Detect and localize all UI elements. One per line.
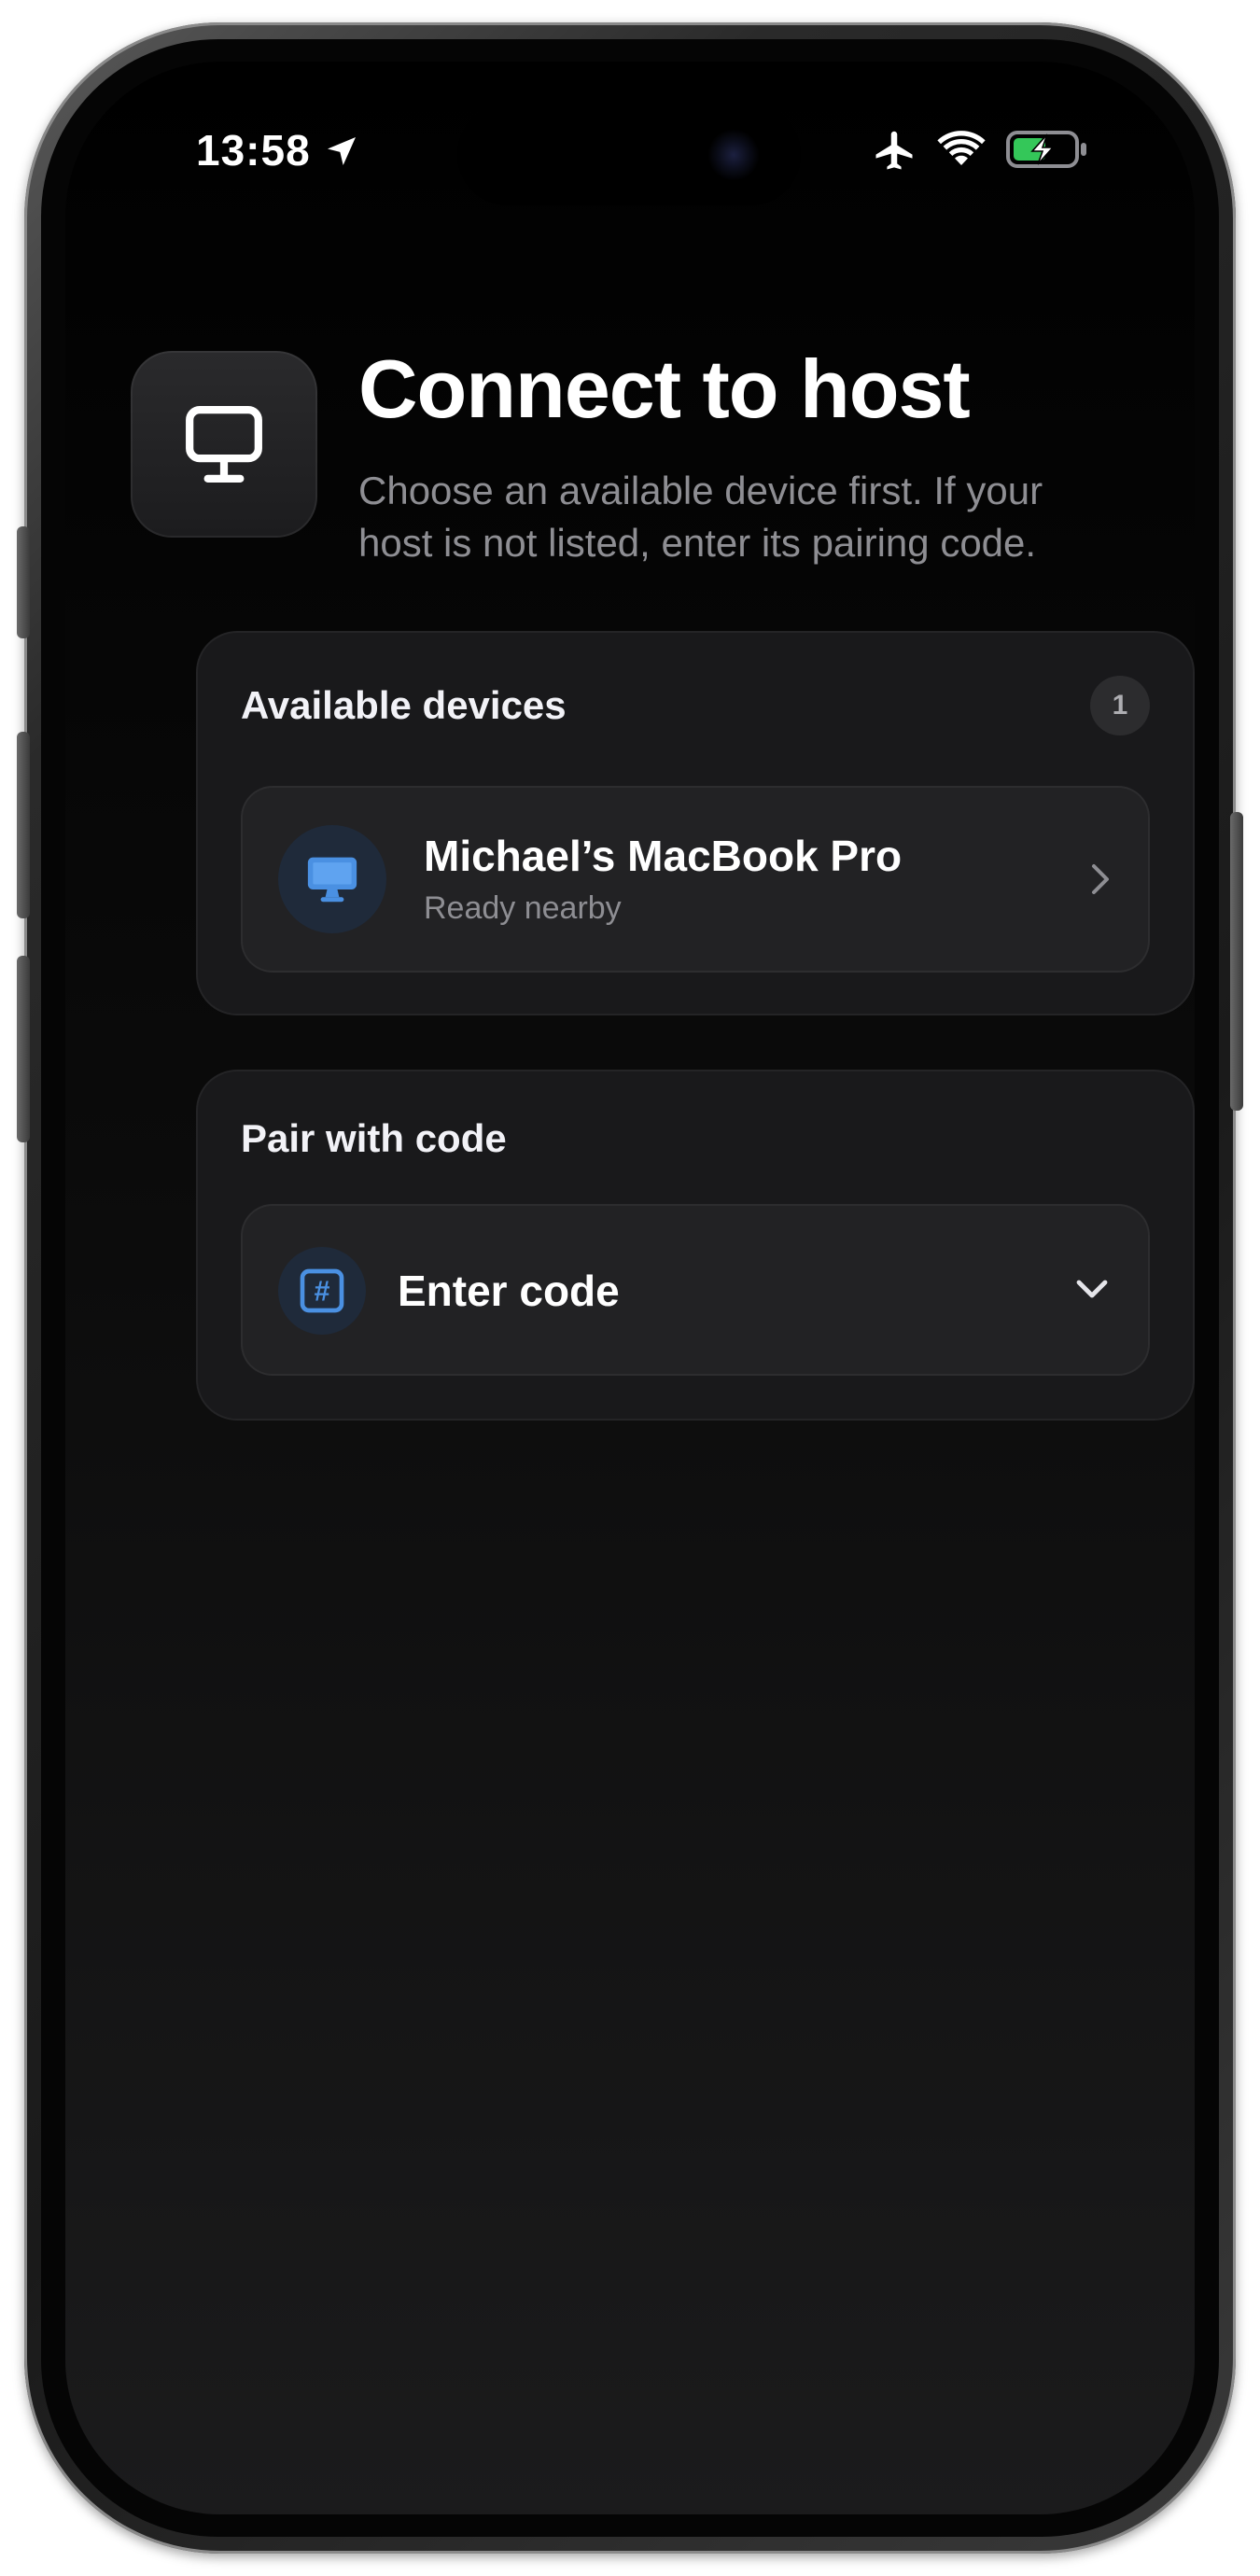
pair-with-code-title: Pair with code [241, 1116, 507, 1160]
volume-down-button [17, 956, 30, 1142]
available-devices-card: Available devices 1 Michael’s MacBook Pr… [196, 631, 1195, 1015]
device-status: Ready nearby [424, 890, 622, 926]
enter-code-field[interactable]: # Enter code [241, 1204, 1150, 1376]
device-row[interactable]: Michael’s MacBook Pro Ready nearby [241, 786, 1150, 973]
camera-icon [707, 129, 760, 181]
screen: 13:58 Connect to host Choose an availabl… [65, 62, 1195, 2514]
page-subtitle: Choose an available device first. If you… [358, 469, 1043, 565]
page-title: Connect to host [358, 343, 971, 435]
device-name: Michael’s MacBook Pro [424, 832, 903, 880]
status-bar: 13:58 [65, 62, 1195, 220]
desktop-monitor-icon [131, 351, 317, 538]
hash-icon: # [278, 1247, 366, 1335]
status-time: 13:58 [196, 126, 311, 175]
available-devices-title: Available devices [241, 683, 567, 727]
pair-with-code-card: Pair with code # Enter code [196, 1070, 1195, 1421]
svg-text:#: # [315, 1277, 330, 1308]
device-count-badge: 1 [1090, 676, 1150, 735]
chevron-right-icon [1086, 861, 1114, 903]
airplane-icon [870, 127, 918, 180]
desktop-computer-icon [278, 825, 386, 933]
battery-charging-icon [1006, 129, 1090, 175]
chevron-down-icon[interactable] [1073, 1275, 1111, 1309]
location-arrow-icon [323, 133, 360, 175]
wifi-icon [935, 127, 987, 176]
volume-up-button [17, 732, 30, 918]
power-button [1230, 812, 1243, 1111]
enter-code-label: Enter code [398, 1267, 620, 1315]
action-button [17, 526, 30, 638]
